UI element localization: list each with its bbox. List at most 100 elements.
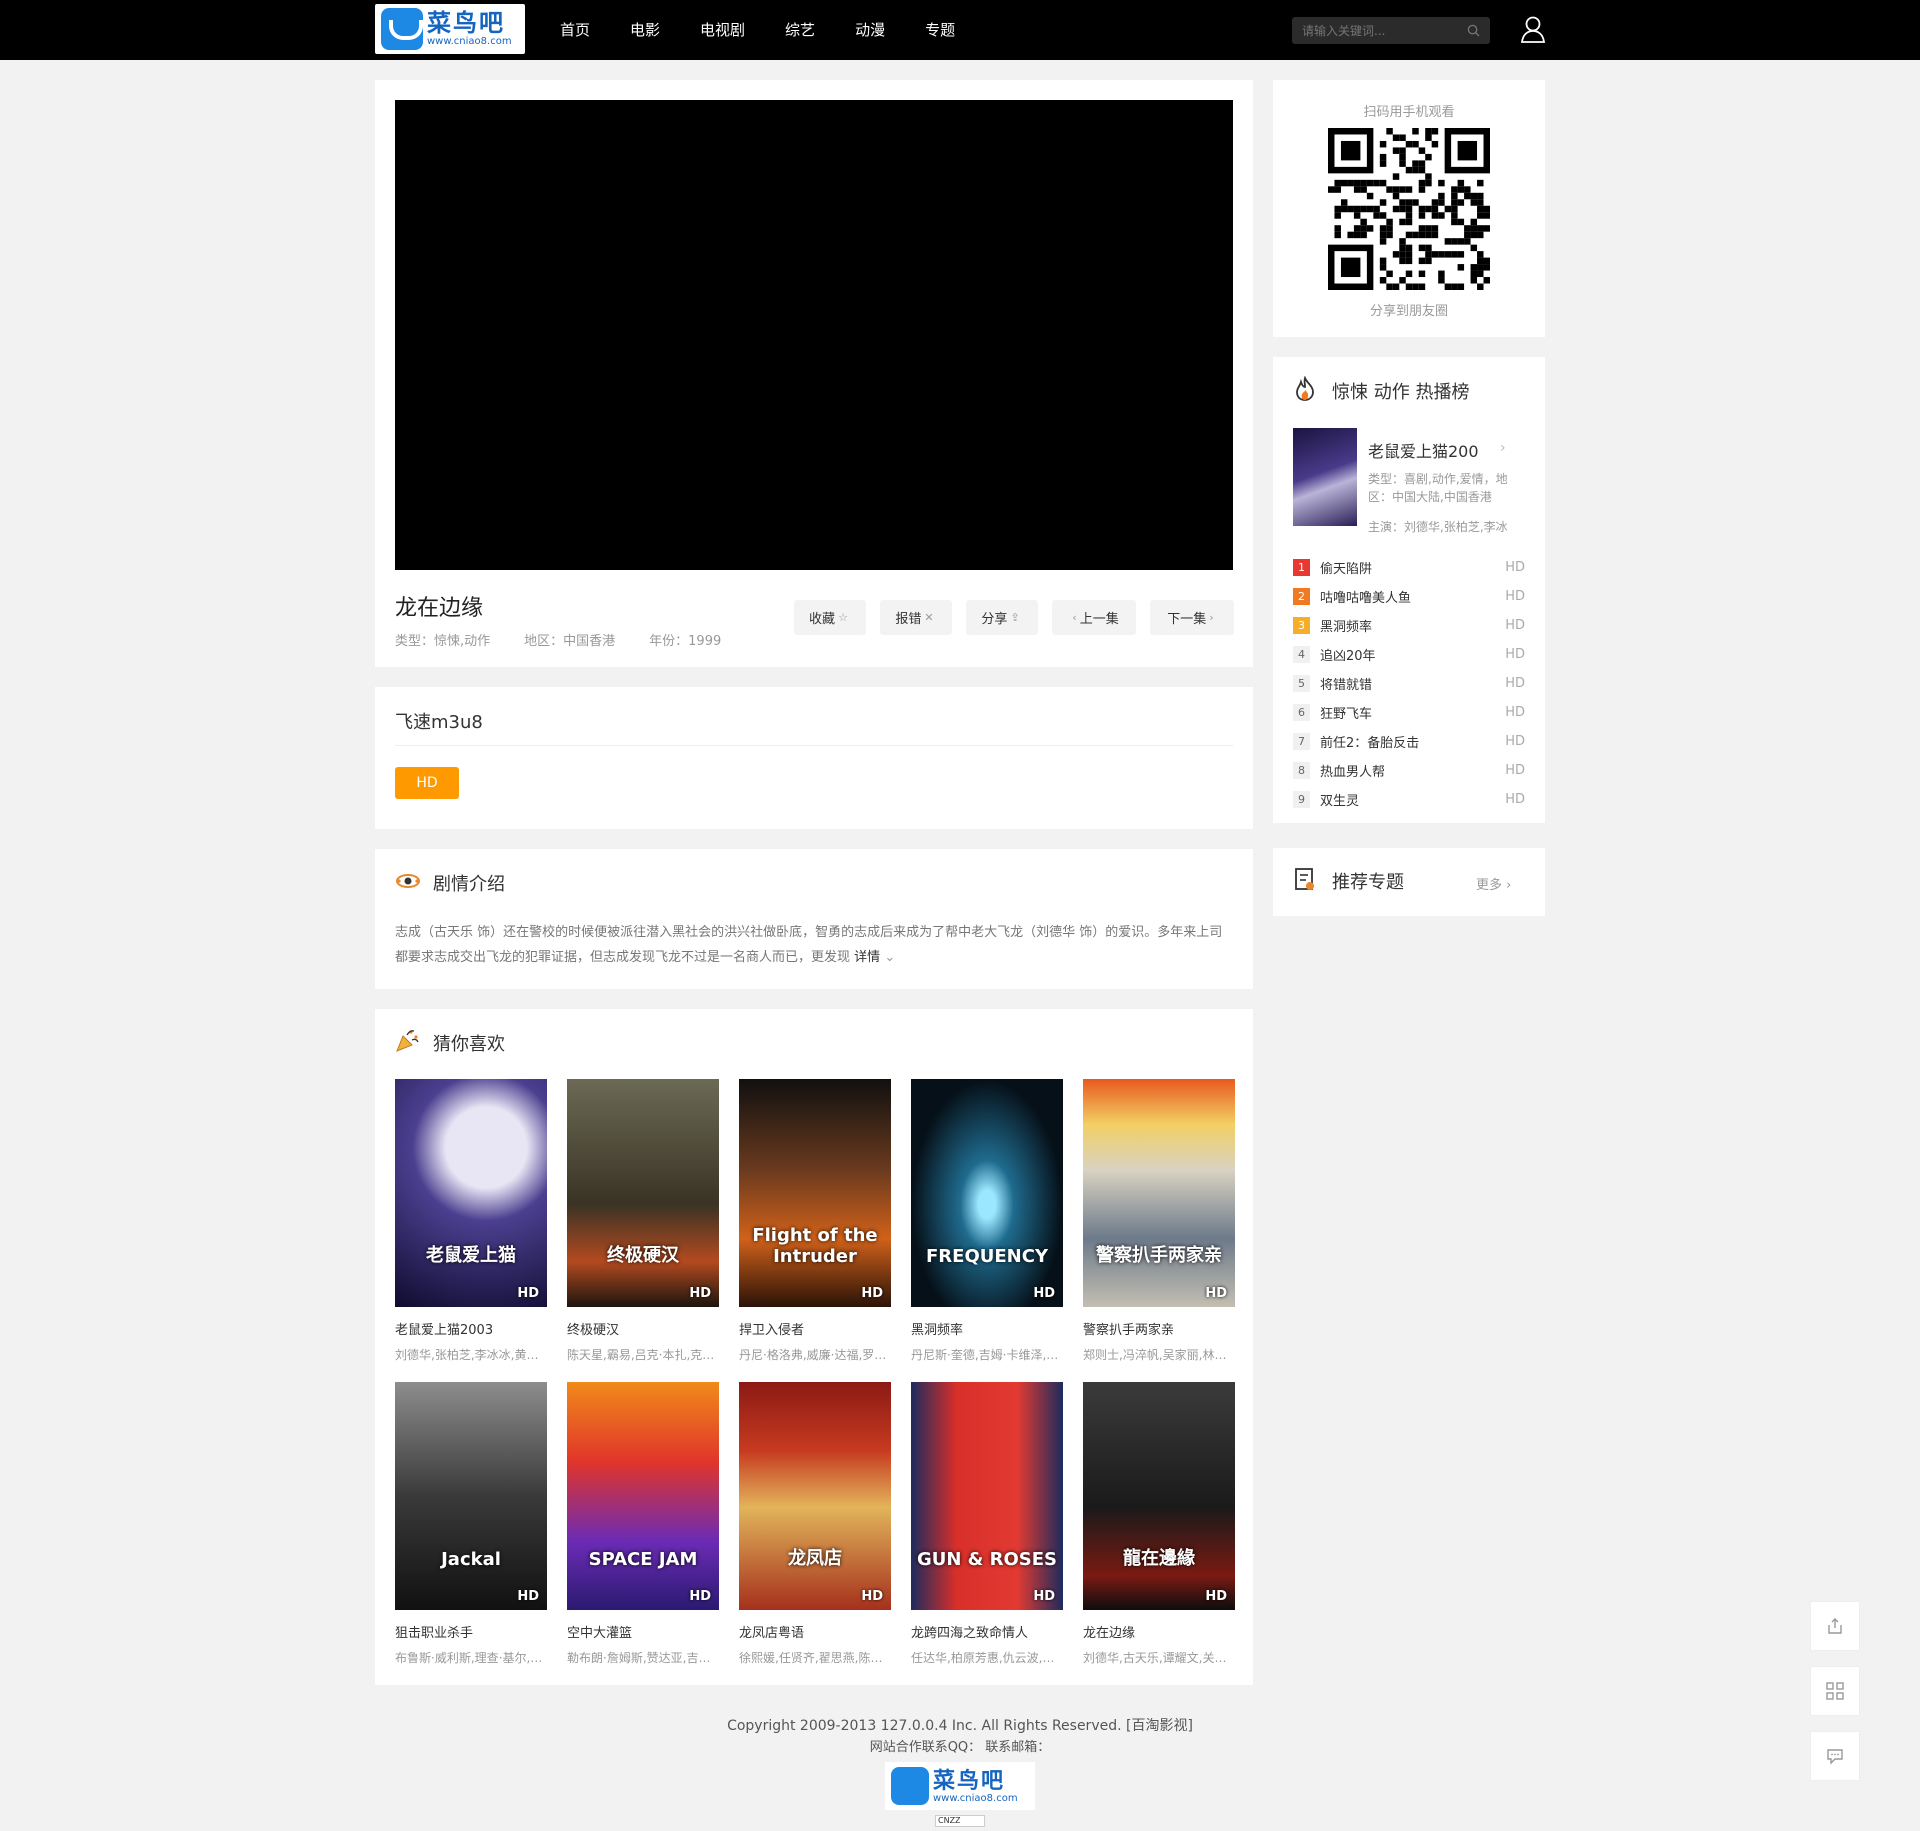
movie-cast: 刘德华,古天乐,谭耀文,关秀媚 [1083,1651,1235,1665]
movie-card[interactable]: SPACE JAM HD 空中大灌篮 勒布朗·詹姆斯,赞达亚,吉姆·克 [567,1382,719,1666]
nav-topic[interactable]: 专题 [925,0,955,60]
footer-logo-text: 菜鸟吧 [933,1767,1006,1794]
rank-number: 6 [1293,703,1310,721]
star-icon: ☆ [838,611,848,624]
search-icon[interactable] [1467,24,1480,37]
search-input[interactable] [1292,17,1452,44]
next-label: 下一集 [1167,612,1207,627]
topic-title: 推荐专题 [1332,872,1404,893]
recommend-heading: 猜你喜欢 [433,1034,505,1055]
footer-logo[interactable]: 菜鸟吧 www.cniao8.com [885,1762,1035,1810]
rank-quality: HD [1505,675,1525,691]
movie-name[interactable]: 龙跨四海之致命情人 [911,1622,1063,1641]
site-logo[interactable]: 菜鸟吧 www.cniao8.com [375,4,525,54]
footer-contact: 网站合作联系QQ： 联系邮箱： [869,1740,1051,1755]
movie-poster[interactable]: 龍在邊緣 HD [1083,1382,1235,1610]
rank-item[interactable]: 1 偷天陷阱 HD [1293,557,1525,577]
report-button[interactable]: 报错 ✕ [880,600,952,635]
movie-name[interactable]: 捍卫入侵者 [739,1319,891,1338]
poster-title-art: 龍在邊緣 [1123,1548,1195,1569]
favorite-button[interactable]: 收藏 ☆ [794,600,866,635]
movie-poster[interactable]: FREQUENCY HD [911,1079,1063,1307]
movie-poster[interactable]: 老鼠爱上猫 HD [395,1079,547,1307]
user-icon[interactable] [1520,15,1546,43]
movie-cast: 陈天星,霸易,吕克·本扎,克里斯 [567,1348,719,1362]
plot-more-link[interactable]: 详情 ⌄ [854,950,895,965]
movie-poster[interactable]: Flight of the Intruder HD [739,1079,891,1307]
fire-icon [1296,376,1314,401]
quality-badge: HD [861,1589,883,1604]
rank-number: 1 [1293,558,1310,576]
movie-card[interactable]: 终极硬汉 HD 终极硬汉陈天星,霸易,吕克·本扎,克里斯 [567,1079,719,1363]
cnzz-badge[interactable]: CNZZ [935,1815,985,1827]
rank-name[interactable]: 双生灵 [1320,790,1505,809]
rank-name[interactable]: 咕噜咕噜美人鱼 [1320,587,1505,606]
movie-name[interactable]: 老鼠爱上猫2003 [395,1319,547,1338]
top-rank-poster[interactable] [1293,428,1357,526]
float-qr-button[interactable] [1810,1666,1860,1716]
movie-name[interactable]: 警察扒手两家亲 [1083,1319,1235,1338]
topic-more-link[interactable]: 更多 › [1476,874,1511,893]
movie-card[interactable]: 龍在邊緣 HD 龙在边缘刘德华,古天乐,谭耀文,关秀媚 [1083,1382,1235,1666]
rank-name[interactable]: 偷天陷阱 [1320,558,1505,577]
movie-name[interactable]: 黑洞频率 [911,1319,1063,1338]
top-rank-name[interactable]: 老鼠爱上猫200 [1368,438,1479,462]
source-name: 飞速m3u8 [395,712,483,733]
rank-name[interactable]: 热血男人帮 [1320,761,1505,780]
movie-poster[interactable]: SPACE JAM HD [567,1382,719,1610]
movie-card[interactable]: GUN & ROSES HD 龙跨四海之致命情人 任达华,柏原芳惠,仇云波,鹿村泰 [911,1382,1063,1666]
movie-card[interactable]: Flight of the Intruder HD 捍卫入侵者丹尼·格洛弗,威廉·达… [739,1079,891,1363]
chevron-left-icon: ‹ [1072,611,1077,624]
next-episode-button[interactable]: 下一集 › [1150,600,1234,635]
rank-name[interactable]: 将错就错 [1320,674,1505,693]
rank-name[interactable]: 狂野飞车 [1320,703,1505,722]
movie-poster[interactable]: GUN & ROSES HD [911,1382,1063,1610]
movie-card[interactable]: 警察扒手两家亲 HD 警察扒手两家亲 郑则士,冯淬帆,吴家丽,林俊贤 [1083,1079,1235,1363]
video-title: 龙在边缘 [395,596,484,621]
footer-logo-url: www.cniao8.com [933,1792,1018,1804]
movie-poster[interactable]: 警察扒手两家亲 HD [1083,1079,1235,1307]
movie-name[interactable]: 终极硬汉 [567,1319,719,1338]
movie-card[interactable]: 老鼠爱上猫 HD 老鼠爱上猫2003 刘德华,张柏芝,李冰冰,黄秋生 [395,1079,547,1363]
movie-name[interactable]: 空中大灌篮 [567,1622,719,1641]
rank-item[interactable]: 3 黑洞频率 HD [1293,615,1525,635]
movie-card[interactable]: FREQUENCY HD 黑洞频率丹尼斯·奎德,吉姆·卡维泽,安德烈 [911,1079,1063,1363]
rank-title: 惊悚 动作 热播榜 [1332,382,1470,403]
rank-item[interactable]: 4 追凶20年 HD [1293,644,1525,664]
rank-item[interactable]: 5 将错就错 HD [1293,673,1525,693]
rank-item[interactable]: 6 狂野飞车 HD [1293,702,1525,722]
rank-item[interactable]: 8 热血男人帮 HD [1293,760,1525,780]
movie-poster[interactable]: Jackal HD [395,1382,547,1610]
rank-name[interactable]: 黑洞频率 [1320,616,1505,635]
top-header: 菜鸟吧 www.cniao8.com 首页 电影 电视剧 综艺 动漫 专题 [0,0,1920,60]
chevron-right-icon: › [1506,878,1512,893]
nav-variety[interactable]: 综艺 [785,0,815,60]
rank-name[interactable]: 前任2：备胎反击 [1320,732,1505,751]
float-feedback-button[interactable] [1810,1731,1860,1781]
rank-name[interactable]: 追凶20年 [1320,645,1505,664]
movie-card[interactable]: Jackal HD 狙击职业杀手布鲁斯·威利斯,理查·基尔,西德尼 [395,1382,547,1666]
top-rank-type: 类型：喜剧,动作,爱情，地区：中国大陆,中国香港 [1368,472,1508,504]
poster-title-art: SPACE JAM [588,1549,698,1570]
rank-quality: HD [1505,617,1525,633]
video-player[interactable] [395,100,1233,570]
movie-name[interactable]: 狙击职业杀手 [395,1622,547,1641]
movie-card[interactable]: 龙凤店 HD 龙凤店粤语 徐熙媛,任贤齐,翟思燕,陈百祥 [739,1382,891,1666]
movie-name[interactable]: 龙在边缘 [1083,1622,1235,1641]
rank-item[interactable]: 7 前任2：备胎反击 HD [1293,731,1525,751]
nav-tv[interactable]: 电视剧 [700,0,745,60]
nav-movie[interactable]: 电影 [630,0,660,60]
movie-poster[interactable]: 龙凤店 HD [739,1382,891,1610]
nav-home[interactable]: 首页 [560,0,590,60]
episode-hd-button[interactable]: HD [395,767,459,799]
share-button[interactable]: 分享 ⇪ [966,600,1038,635]
float-share-button[interactable] [1810,1601,1860,1651]
rank-item[interactable]: 9 双生灵 HD [1293,789,1525,809]
movie-poster[interactable]: 终极硬汉 HD [567,1079,719,1307]
prev-episode-button[interactable]: ‹ 上一集 [1052,600,1136,635]
nav-anime[interactable]: 动漫 [855,0,885,60]
rank-item[interactable]: 2 咕噜咕噜美人鱼 HD [1293,586,1525,606]
movie-cast: 丹尼·格洛弗,威廉·达福,罗斯玛丽 [739,1348,891,1362]
movie-name[interactable]: 龙凤店粤语 [739,1622,891,1641]
rank-quality: HD [1505,733,1525,749]
